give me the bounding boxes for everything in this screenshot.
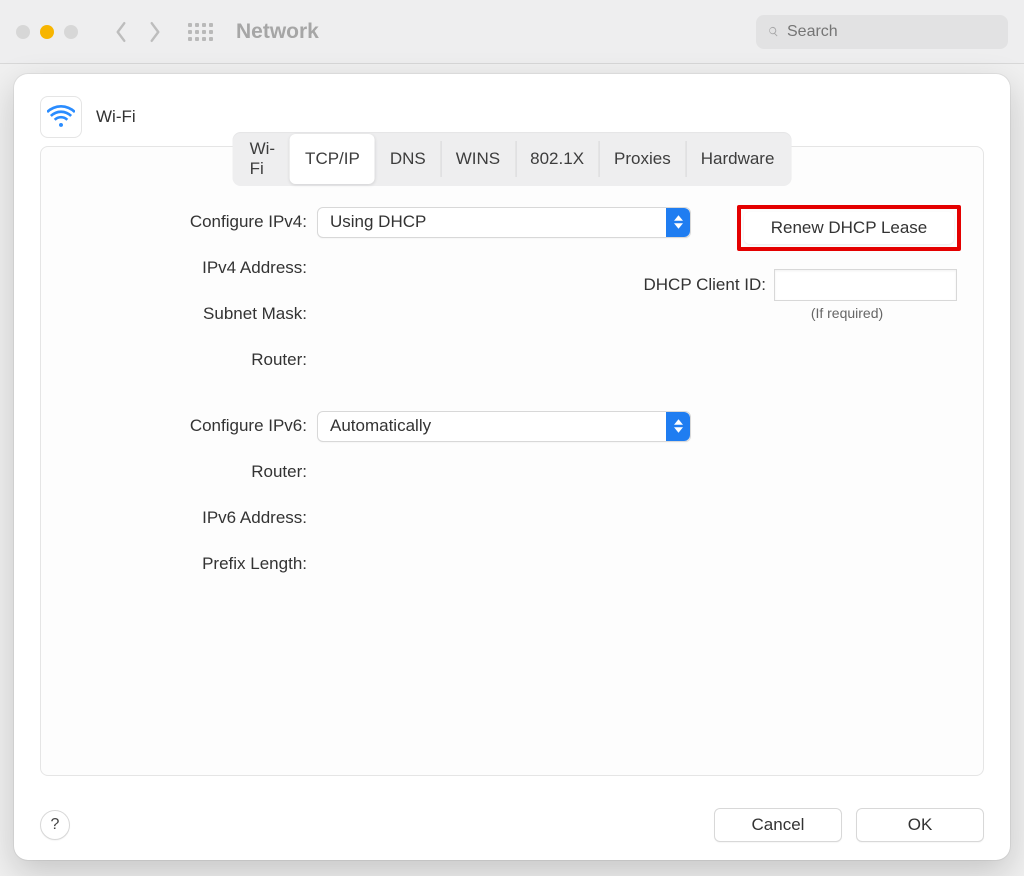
wifi-icon (40, 96, 82, 138)
tab-wifi[interactable]: Wi-Fi (235, 134, 290, 184)
show-all-icon[interactable] (188, 19, 214, 45)
configure-ipv4-label: Configure IPv4: (71, 206, 307, 238)
tab-dns[interactable]: DNS (375, 134, 441, 184)
ipv6-address-label: IPv6 Address: (71, 502, 307, 534)
tab-bar: Wi-Fi TCP/IP DNS WINS 802.1X Proxies Har… (233, 132, 792, 186)
configure-ipv6-label: Configure IPv6: (71, 410, 307, 442)
prefix-length-value (317, 548, 953, 580)
select-stepper-icon (666, 412, 690, 441)
tab-hardware[interactable]: Hardware (686, 134, 790, 184)
dhcp-client-id-hint: (If required) (737, 305, 957, 321)
ipv4-router-label: Router: (71, 344, 307, 376)
cancel-button[interactable]: Cancel (714, 808, 842, 842)
sheet-footer: ? Cancel OK (40, 808, 984, 842)
search-icon (768, 23, 779, 40)
dhcp-panel: Renew DHCP Lease DHCP Client ID: (If req… (737, 205, 957, 321)
ipv4-address-label: IPv4 Address: (71, 252, 307, 284)
dhcp-client-id-label: DHCP Client ID: (644, 275, 767, 295)
minimize-traffic-light[interactable] (40, 25, 54, 39)
search-field[interactable] (756, 15, 1008, 49)
ok-button[interactable]: OK (856, 808, 984, 842)
back-button[interactable] (106, 17, 136, 47)
configure-ipv6-value: Automatically (330, 416, 431, 436)
ipv6-router-label: Router: (71, 456, 307, 488)
tab-proxies[interactable]: Proxies (599, 134, 686, 184)
configure-ipv4-select[interactable]: Using DHCP (317, 207, 691, 238)
content-box: Wi-Fi TCP/IP DNS WINS 802.1X Proxies Har… (40, 146, 984, 776)
zoom-traffic-light[interactable] (64, 25, 78, 39)
dhcp-client-id-input[interactable] (774, 269, 957, 301)
prefix-length-label: Prefix Length: (71, 548, 307, 580)
tab-wins[interactable]: WINS (441, 134, 515, 184)
subnet-mask-label: Subnet Mask: (71, 298, 307, 330)
ipv4-router-value (317, 344, 953, 376)
ipv6-router-value (317, 456, 953, 488)
tab-tcpip[interactable]: TCP/IP (290, 134, 375, 184)
sheet-title: Wi-Fi (96, 107, 136, 127)
help-button[interactable]: ? (40, 810, 70, 840)
forward-button[interactable] (140, 17, 170, 47)
configure-ipv4-value: Using DHCP (330, 212, 426, 232)
tab-8021x[interactable]: 802.1X (515, 134, 599, 184)
settings-sheet: Wi-Fi Wi-Fi TCP/IP DNS WINS 802.1X Proxi… (14, 74, 1010, 860)
close-traffic-light[interactable] (16, 25, 30, 39)
traffic-lights (16, 25, 78, 39)
nav-arrows (106, 17, 170, 47)
configure-ipv6-select[interactable]: Automatically (317, 411, 691, 442)
select-stepper-icon (666, 208, 690, 237)
ipv6-address-value (317, 502, 953, 534)
search-input[interactable] (785, 22, 996, 42)
window-toolbar: Network (0, 0, 1024, 64)
window-title: Network (236, 20, 319, 44)
renew-dhcp-lease-button[interactable]: Renew DHCP Lease (744, 212, 954, 244)
renew-highlight: Renew DHCP Lease (737, 205, 961, 251)
